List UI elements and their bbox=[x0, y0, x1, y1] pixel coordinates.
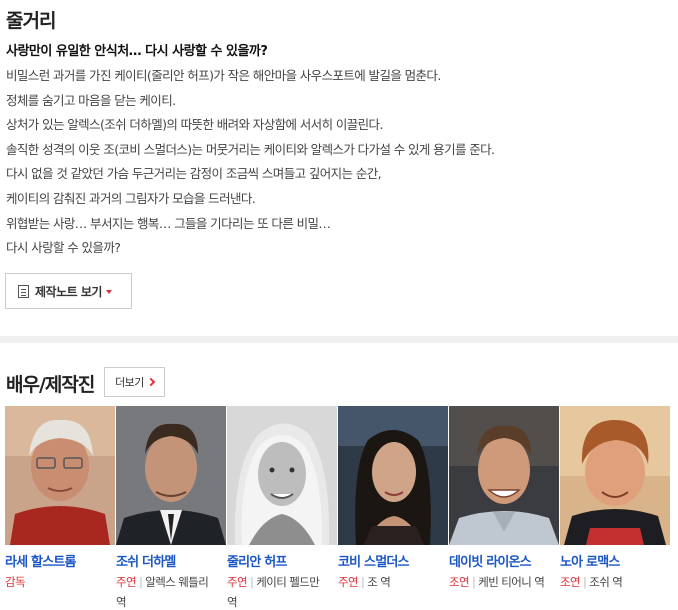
document-icon bbox=[18, 284, 29, 298]
cast-role: 주연 | 조 역 bbox=[338, 572, 442, 592]
synopsis-line: 상처가 있는 알렉스(조쉬 더하멜)의 따뜻한 배려와 자상함에 서서히 이끌린… bbox=[6, 117, 383, 133]
cast-item: 줄리안 허프 주연 | 케이티 펠드만 역 bbox=[227, 406, 338, 610]
cast-role-name: 조 역 bbox=[367, 575, 391, 589]
cast-name-link[interactable]: 줄리안 허프 bbox=[227, 551, 338, 570]
cast-item: 데이빗 라이온스 조연 | 케빈 티어니 역 bbox=[449, 406, 560, 610]
cast-role-name: 케빈 티어니 역 bbox=[478, 575, 545, 589]
synopsis-line: 정체를 숨기고 마음을 닫는 케이티. bbox=[6, 92, 176, 108]
cast-photo[interactable] bbox=[449, 406, 559, 545]
cast-photo[interactable] bbox=[5, 406, 115, 545]
role-separator: | bbox=[249, 575, 254, 589]
synopsis-body: 비밀스런 과거를 가진 케이티(줄리안 허프)가 작은 해안마을 사우스포트에 … bbox=[6, 64, 666, 261]
cast-name-link[interactable]: 라세 할스트롬 bbox=[5, 551, 116, 570]
cast-name-link[interactable]: 조쉬 더하멜 bbox=[116, 551, 227, 570]
role-separator: | bbox=[360, 575, 365, 589]
production-notes-label: 제작노트 보기 bbox=[35, 284, 102, 299]
cast-item: 노아 로맥스 조연 | 조쉬 역 bbox=[560, 406, 671, 610]
cast-role: 주연 | 알렉스 웨틀리 역 bbox=[116, 572, 220, 610]
cast-list: 라세 할스트롬 감독 조쉬 더하멜 주연 | 알렉스 웨틀리 역 줄리안 허프 … bbox=[5, 406, 671, 610]
cast-role-type: 주연 bbox=[116, 575, 137, 589]
cast-name-link[interactable]: 코비 스멀더스 bbox=[338, 551, 449, 570]
cast-role: 조연 | 조쉬 역 bbox=[560, 572, 664, 592]
cast-name-link[interactable]: 데이빗 라이온스 bbox=[449, 551, 560, 570]
cast-photo[interactable] bbox=[116, 406, 226, 545]
cast-item: 코비 스멀더스 주연 | 조 역 bbox=[338, 406, 449, 610]
production-notes-button[interactable]: 제작노트 보기 bbox=[5, 273, 132, 309]
cast-role-type: 주연 bbox=[338, 575, 359, 589]
role-separator: | bbox=[138, 575, 143, 589]
more-button[interactable]: 더보기 bbox=[104, 367, 165, 397]
synopsis-line: 다시 사랑할 수 있을까? bbox=[6, 240, 121, 256]
cast-photo[interactable] bbox=[338, 406, 448, 545]
chevron-right-icon bbox=[146, 377, 156, 387]
cast-role-name: 조쉬 역 bbox=[589, 575, 623, 589]
cast-item: 조쉬 더하멜 주연 | 알렉스 웨틀리 역 bbox=[116, 406, 227, 610]
cast-photo[interactable] bbox=[560, 406, 670, 545]
cast-photo[interactable] bbox=[227, 406, 337, 545]
role-separator: | bbox=[582, 575, 587, 589]
synopsis-line: 다시 없을 것 같았던 가슴 두근거리는 감정이 조금씩 스며들고 깊어지는 순… bbox=[6, 166, 382, 182]
cast-name-link[interactable]: 노아 로맥스 bbox=[560, 551, 671, 570]
synopsis-title: 줄거리 bbox=[6, 10, 56, 32]
cast-role: 감독 bbox=[5, 572, 109, 592]
cast-title: 배우/제작진 bbox=[6, 374, 95, 396]
synopsis-line: 케이티의 감춰진 과거의 그림자가 모습을 드러낸다. bbox=[6, 190, 256, 206]
cast-item: 라세 할스트롬 감독 bbox=[5, 406, 116, 610]
cast-role-type: 조연 bbox=[449, 575, 470, 589]
section-divider bbox=[0, 336, 678, 343]
cast-role-type: 감독 bbox=[5, 575, 26, 589]
cast-role-type: 주연 bbox=[227, 575, 248, 589]
role-separator: | bbox=[471, 575, 476, 589]
more-button-label: 더보기 bbox=[115, 376, 144, 389]
cast-role: 주연 | 케이티 펠드만 역 bbox=[227, 572, 331, 610]
synopsis-tagline: 사랑만이 유일한 안식처… 다시 사랑할 수 있을까? bbox=[6, 44, 268, 59]
synopsis-line: 솔직한 성격의 이웃 조(코비 스멀더스)는 머뭇거리는 케이티와 알렉스가 다… bbox=[6, 141, 495, 157]
synopsis-line: 위협받는 사랑… 부서지는 행복… 그들을 기다리는 또 다른 비밀… bbox=[6, 215, 331, 231]
cast-role-type: 조연 bbox=[560, 575, 581, 589]
synopsis-line: 비밀스런 과거를 가진 케이티(줄리안 허프)가 작은 해안마을 사우스포트에 … bbox=[6, 68, 441, 83]
cast-role: 조연 | 케빈 티어니 역 bbox=[449, 572, 553, 592]
caret-down-icon bbox=[105, 289, 112, 294]
